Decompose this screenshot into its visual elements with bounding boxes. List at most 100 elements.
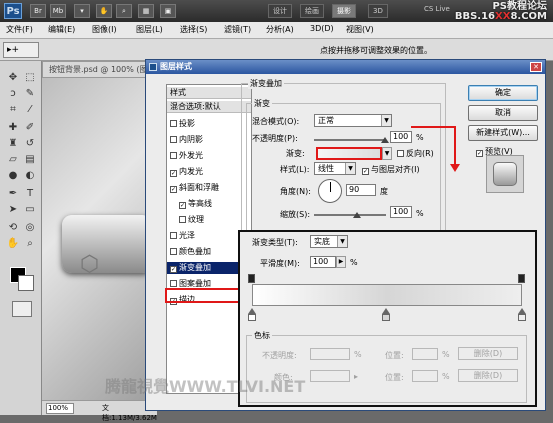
menu-3d[interactable]: 3D(D) [310, 24, 334, 33]
menu-select[interactable]: 选择(S) [180, 24, 207, 35]
screen-mode-icon[interactable]: ▣ [160, 4, 176, 18]
menu-analysis[interactable]: 分析(A) [266, 24, 294, 35]
opacity-stop-left[interactable] [248, 274, 255, 283]
gradient-type-select[interactable]: 实底 ▼ [310, 235, 348, 248]
quick-select-tool-icon[interactable]: ✎ [22, 87, 38, 101]
tool-preset-picker[interactable]: ▸+ [3, 42, 39, 58]
cancel-button[interactable]: 取消 [468, 105, 538, 121]
lasso-tool-icon[interactable]: ↄ [5, 87, 21, 101]
checkbox[interactable] [170, 248, 177, 255]
checkbox-checked[interactable]: ✓ [362, 168, 369, 175]
3d-rotate-tool-icon[interactable]: ⟲ [5, 221, 21, 235]
smoothness-input[interactable]: 100 [310, 256, 336, 268]
eyedropper-tool-icon[interactable]: ⁄ [22, 103, 38, 117]
checkbox-checked[interactable]: ✓ [476, 150, 483, 157]
opacity-stop-right[interactable] [518, 274, 525, 283]
gradient-picker-chevron-icon[interactable]: ▼ [382, 147, 392, 160]
style-item-texture[interactable]: 纹理 [167, 214, 251, 226]
angle-input[interactable]: 90 [346, 184, 376, 196]
history-brush-tool-icon[interactable]: ↺ [22, 137, 38, 151]
delete-color-stop-button[interactable]: 删除(D) [458, 369, 518, 382]
ok-button[interactable]: 确定 [468, 85, 538, 101]
document-tab[interactable]: 按钮背景.psd @ 100% (图层 [42, 61, 157, 78]
gradient-ramp[interactable] [252, 284, 522, 306]
gradient-style-select[interactable]: 线性 ▼ [314, 162, 356, 175]
style-item-inner-shadow[interactable]: 内阴影 [167, 134, 251, 146]
blending-options[interactable]: 混合选项:默认 [167, 101, 251, 113]
workspace-photography[interactable]: 摄影 [332, 4, 356, 18]
delete-opacity-stop-button[interactable]: 删除(D) [458, 347, 518, 360]
smoothness-arrow-icon[interactable]: ▶ [336, 256, 346, 268]
menu-view[interactable]: 视图(V) [346, 24, 374, 35]
style-item-drop-shadow[interactable]: 投影 [167, 118, 251, 130]
gradient-tool-icon[interactable]: ▤ [22, 153, 38, 167]
zoom-level-icon[interactable]: ▾ [74, 4, 90, 18]
checkbox[interactable] [170, 232, 177, 239]
menu-image[interactable]: 图像(I) [92, 24, 117, 35]
marquee-tool-icon[interactable]: ⬚ [22, 71, 38, 85]
menu-file[interactable]: 文件(F) [6, 24, 33, 35]
opacity-slider[interactable] [314, 139, 386, 141]
workspace-3d[interactable]: 3D [368, 4, 388, 18]
shape-tool-icon[interactable]: ▭ [22, 203, 38, 217]
checkbox[interactable] [170, 120, 177, 127]
zoom-field[interactable]: 100% [46, 403, 74, 414]
zoom-tool-icon[interactable]: ⌕ [116, 4, 132, 18]
reverse-option[interactable]: 反向(R) [397, 148, 434, 159]
path-select-tool-icon[interactable]: ➤ [5, 203, 21, 217]
cs-live-label[interactable]: CS Live [424, 5, 450, 13]
blur-tool-icon[interactable]: ● [5, 169, 21, 183]
menu-filter[interactable]: 滤镜(T) [224, 24, 251, 35]
move-tool-icon[interactable]: ✥ [5, 71, 21, 85]
checkbox-checked[interactable]: ✓ [170, 186, 177, 193]
checkbox-checked[interactable]: ✓ [170, 266, 177, 273]
stop-color-location-input[interactable] [412, 370, 438, 382]
hand-tool-icon[interactable]: ✋ [96, 4, 112, 18]
checkbox-checked[interactable]: ✓ [170, 170, 177, 177]
opacity-slider-thumb[interactable] [381, 137, 389, 143]
scale-slider[interactable] [314, 214, 386, 216]
opacity-input[interactable]: 100 [390, 131, 412, 143]
type-tool-icon[interactable]: T [22, 187, 38, 201]
style-item-outer-glow[interactable]: 外发光 [167, 150, 251, 162]
pen-tool-icon[interactable]: ✒ [5, 187, 21, 201]
3d-orbit-tool-icon[interactable]: ◎ [22, 221, 38, 235]
checkbox[interactable] [170, 152, 177, 159]
arrange-documents-icon[interactable]: ▦ [138, 4, 154, 18]
menu-edit[interactable]: 编辑(E) [48, 24, 75, 35]
crop-tool-icon[interactable]: ⌗ [5, 103, 21, 117]
style-item-inner-glow[interactable]: ✓ 内发光 [167, 166, 251, 178]
clone-stamp-tool-icon[interactable]: ♜ [5, 137, 21, 151]
color-stop-middle-swatch[interactable] [382, 314, 390, 321]
blend-mode-select[interactable]: 正常 ▼ [314, 114, 392, 127]
checkbox-checked[interactable]: ✓ [179, 202, 186, 209]
quick-mask-button[interactable] [12, 301, 32, 317]
minibridge-icon[interactable]: Mb [50, 4, 66, 18]
angle-dial[interactable] [318, 179, 342, 203]
checkbox[interactable] [170, 280, 177, 287]
styles-header[interactable]: 样式 [167, 87, 251, 99]
style-item-bevel-emboss[interactable]: ✓ 斜面和浮雕 [167, 182, 251, 194]
healing-brush-tool-icon[interactable]: ✚ [5, 121, 21, 135]
dodge-tool-icon[interactable]: ◐ [22, 169, 38, 183]
color-stop-left-swatch[interactable] [248, 314, 256, 321]
checkbox[interactable] [397, 150, 404, 157]
color-stop-right-swatch[interactable] [518, 314, 526, 321]
workspace-design[interactable]: 设计 [268, 4, 292, 18]
style-item-contour[interactable]: ✓ 等高线 [167, 198, 251, 210]
brush-tool-icon[interactable]: ✐ [22, 121, 38, 135]
align-with-layer-option[interactable]: ✓ 与图层对齐(I) [362, 164, 420, 175]
stop-opacity-input[interactable] [310, 348, 350, 360]
scale-slider-thumb[interactable] [353, 212, 361, 218]
new-style-button[interactable]: 新建样式(W)... [468, 125, 538, 141]
eraser-tool-icon[interactable]: ▱ [5, 153, 21, 167]
scale-input[interactable]: 100 [390, 206, 412, 218]
hand-tool-icon-2[interactable]: ✋ [5, 237, 21, 251]
background-color-swatch[interactable] [18, 275, 34, 291]
bridge-icon[interactable]: Br [30, 4, 46, 18]
menu-layer[interactable]: 图层(L) [136, 24, 163, 35]
stop-opacity-location-input[interactable] [412, 348, 438, 360]
close-icon[interactable]: ✕ [530, 62, 542, 72]
zoom-tool-icon-2[interactable]: ⌕ [22, 237, 38, 251]
stop-color-swatch[interactable] [310, 370, 350, 382]
